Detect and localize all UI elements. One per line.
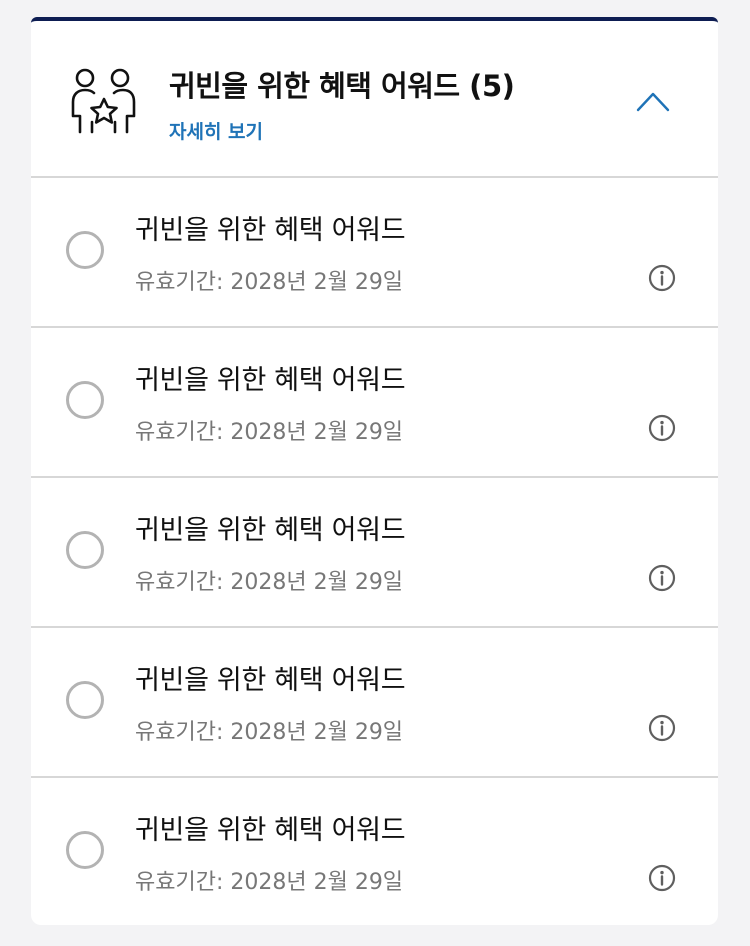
award-radio[interactable]	[66, 381, 104, 419]
award-list: 귀빈을 위한 혜택 어워드 유효기간: 2028년 2월 29일 귀빈을 위한 …	[31, 178, 718, 925]
info-icon[interactable]	[648, 564, 676, 592]
award-radio[interactable]	[66, 231, 104, 269]
details-link[interactable]: 자세히 보기	[169, 117, 263, 144]
award-radio[interactable]	[66, 681, 104, 719]
award-group-title: 귀빈을 위한 혜택 어워드 (5)	[169, 69, 515, 103]
info-icon[interactable]	[648, 264, 676, 292]
award-validity: 유효기간: 2028년 2월 29일	[135, 420, 404, 445]
award-item[interactable]: 귀빈을 위한 혜택 어워드 유효기간: 2028년 2월 29일	[31, 478, 718, 628]
info-icon[interactable]	[648, 414, 676, 442]
award-card: 귀빈을 위한 혜택 어워드 (5) 자세히 보기 귀빈을 위한 혜택 어워드 유…	[31, 17, 718, 925]
award-item[interactable]: 귀빈을 위한 혜택 어워드 유효기간: 2028년 2월 29일	[31, 778, 718, 925]
award-validity: 유효기간: 2028년 2월 29일	[135, 570, 404, 595]
award-title: 귀빈을 위한 혜택 어워드	[135, 515, 406, 546]
award-group-header[interactable]: 귀빈을 위한 혜택 어워드 (5) 자세히 보기	[31, 21, 718, 178]
info-icon[interactable]	[648, 864, 676, 892]
people-star-icon	[71, 68, 136, 134]
award-validity: 유효기간: 2028년 2월 29일	[135, 870, 404, 895]
info-icon[interactable]	[648, 714, 676, 742]
award-radio[interactable]	[66, 531, 104, 569]
award-title: 귀빈을 위한 혜택 어워드	[135, 215, 406, 246]
award-validity: 유효기간: 2028년 2월 29일	[135, 720, 404, 745]
award-title: 귀빈을 위한 혜택 어워드	[135, 665, 406, 696]
award-item[interactable]: 귀빈을 위한 혜택 어워드 유효기간: 2028년 2월 29일	[31, 628, 718, 778]
award-validity: 유효기간: 2028년 2월 29일	[135, 270, 404, 295]
award-item[interactable]: 귀빈을 위한 혜택 어워드 유효기간: 2028년 2월 29일	[31, 328, 718, 478]
award-title: 귀빈을 위한 혜택 어워드	[135, 365, 406, 396]
award-radio[interactable]	[66, 831, 104, 869]
award-item[interactable]: 귀빈을 위한 혜택 어워드 유효기간: 2028년 2월 29일	[31, 178, 718, 328]
award-title: 귀빈을 위한 혜택 어워드	[135, 815, 406, 846]
chevron-up-icon[interactable]	[635, 89, 671, 113]
